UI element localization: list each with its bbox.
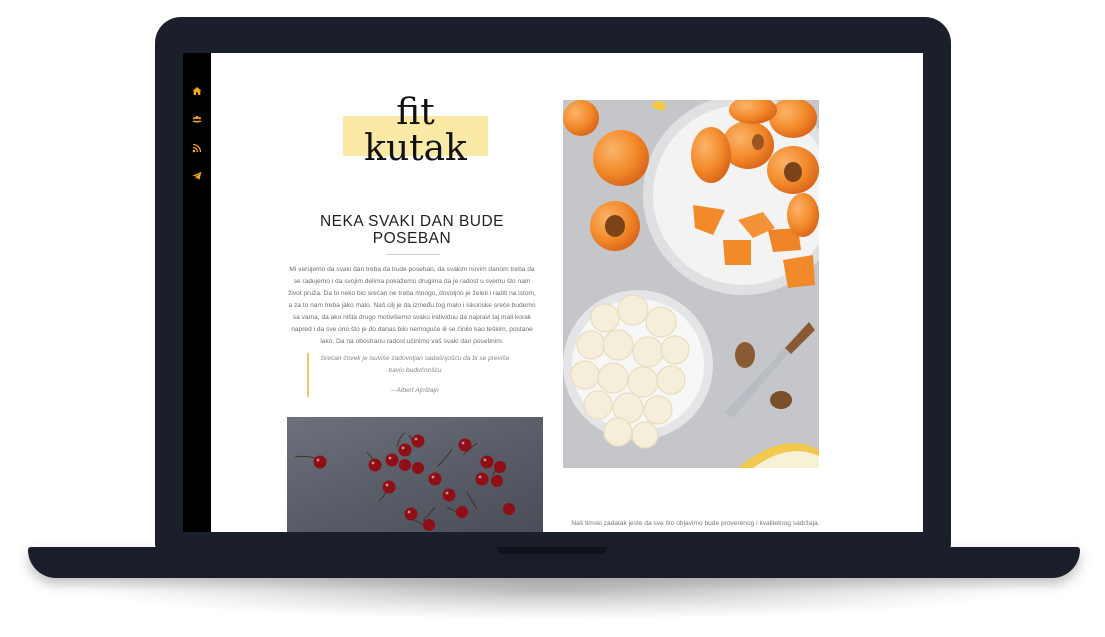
users-icon[interactable] [191, 113, 203, 125]
quote-accent-bar [307, 353, 309, 397]
article-body: Mi verujemo da svaki dan treba da bude p… [288, 266, 536, 345]
rss-icon[interactable] [191, 142, 203, 154]
logo-line-fit[interactable]: fit [343, 93, 488, 133]
sidebar [183, 53, 211, 532]
quote-author: – Albert Ajnštajn [391, 387, 439, 394]
home-icon[interactable] [191, 85, 203, 97]
article-quote: Srećan čovek je isuviše zadovoljan sadaš… [320, 355, 510, 374]
heading-divider [386, 254, 440, 255]
logo-line-kutak[interactable]: kutak [343, 129, 488, 169]
paper-plane-icon[interactable] [191, 170, 203, 182]
cherries-photo [287, 417, 543, 532]
laptop-notch [497, 547, 607, 554]
apricots-and-banana-photo [563, 100, 819, 468]
footer-text: Naš timski zadatak jeste da sve što obja… [571, 520, 820, 527]
article-heading: NEKA SVAKI DAN BUDE POSEBAN [319, 213, 505, 247]
laptop-screen: fit kutak NEKA SVAKI DAN BUDE POSEBAN Mi… [183, 53, 923, 532]
